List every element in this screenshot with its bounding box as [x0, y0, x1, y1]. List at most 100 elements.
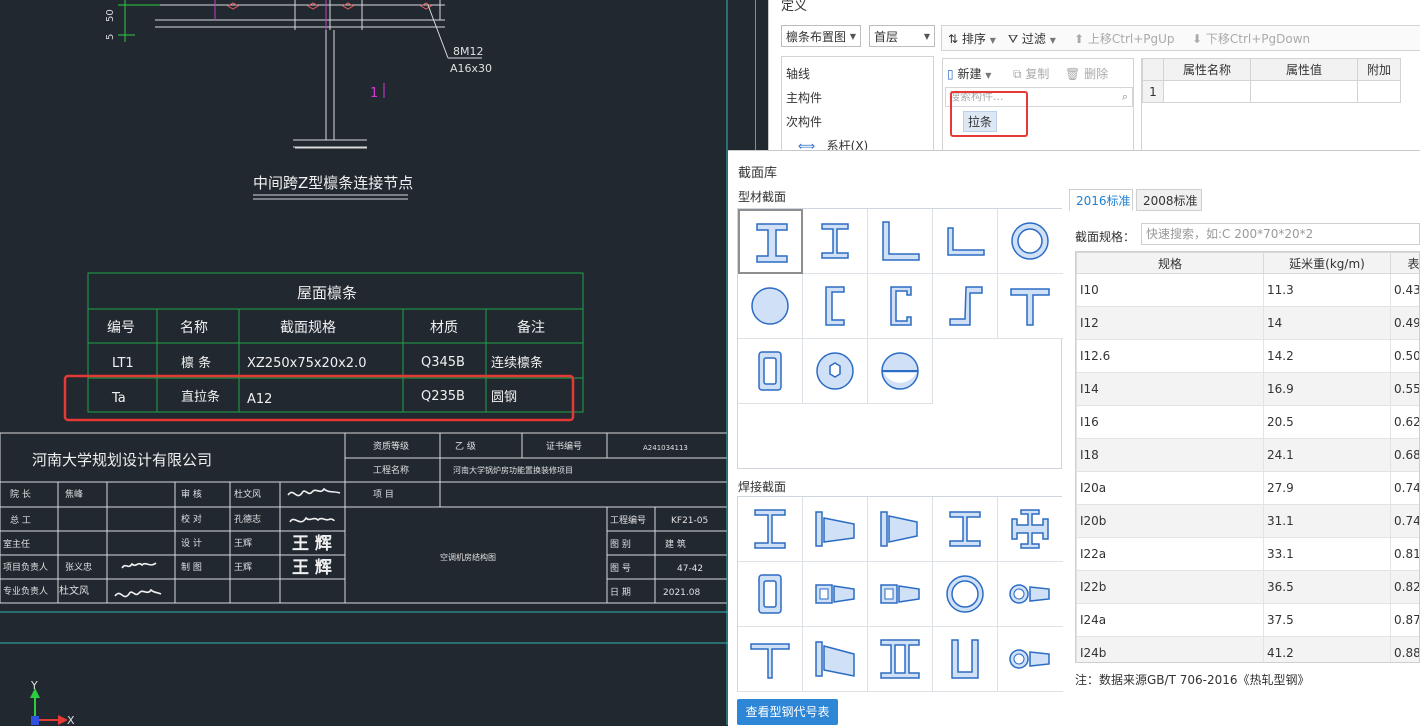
table-row[interactable]: I1824.10.681	[1077, 439, 1420, 472]
table-row[interactable]: I20b31.10.746	[1077, 505, 1420, 538]
weld-box-section[interactable]	[738, 562, 803, 627]
table-row[interactable]: I12.614.20.505	[1077, 340, 1420, 373]
angle-icon	[875, 216, 925, 266]
spec-th-size[interactable]: 规格	[1077, 253, 1264, 274]
table-row[interactable]: I1620.50.621	[1077, 406, 1420, 439]
search-icon: ⌕	[1122, 88, 1128, 106]
table-row[interactable]: I24b41.20.882	[1077, 637, 1420, 664]
weld-double-web[interactable]	[868, 627, 933, 692]
table-row[interactable]: I22b36.50.821	[1077, 571, 1420, 604]
section-h-beam[interactable]	[803, 209, 868, 274]
pipe-icon	[1005, 216, 1055, 266]
tb-role-5: 专业负责人	[3, 585, 48, 597]
spec-th-surface[interactable]: 表	[1391, 253, 1420, 274]
spec-cell-weight: 24.1	[1264, 439, 1391, 472]
section-i-beam[interactable]	[738, 209, 803, 274]
spec-cell-size: I18	[1077, 439, 1264, 472]
tab-2016-standard[interactable]: 2016标准	[1069, 189, 1133, 211]
section-spec-table[interactable]: 规格 延米重(kg/m) 表 I1011.30.432I12140.493I12…	[1075, 251, 1420, 663]
tree-item-secondary[interactable]: 次构件	[786, 113, 822, 130]
section-channel[interactable]	[803, 274, 868, 339]
section-z-section[interactable]	[933, 274, 998, 339]
h-beam-icon	[810, 216, 860, 266]
chevron-down-icon: ▼	[985, 71, 991, 80]
prop-cell[interactable]	[1251, 81, 1358, 103]
tree-item-axis[interactable]: 轴线	[786, 65, 810, 82]
spec-cell-size: I20b	[1077, 505, 1264, 538]
cad-canvas[interactable]: 50 5 8M12 A16x30 1 中间跨Z型檩条连接节点 屋面檩条 编号 名…	[0, 0, 728, 725]
weld-tapered-t[interactable]	[803, 627, 868, 692]
copy-label: 复制	[1025, 67, 1049, 81]
ucs-x-label: X	[67, 714, 75, 725]
section-library-dialog: 截面库 型材截面	[728, 150, 1420, 726]
spec-th-weight[interactable]: 延米重(kg/m)	[1264, 253, 1391, 274]
spec-cell-surface: 0.432	[1391, 274, 1420, 307]
table-row[interactable]: I1011.30.432	[1077, 274, 1420, 307]
weld-tapered-pipe-2[interactable]	[998, 627, 1063, 692]
tb-name-4: 张义忠	[65, 562, 92, 573]
t-section-icon	[1005, 281, 1055, 331]
delete-button[interactable]: 🗑 删除	[1065, 65, 1108, 82]
table-row[interactable]: I1416.90.553	[1077, 373, 1420, 406]
purlin-th-no: 编号	[107, 320, 135, 336]
filter-button[interactable]: ⛛ 过滤 ▼	[1008, 30, 1056, 47]
spec-cell-weight: 36.5	[1264, 571, 1391, 604]
section-rect-tube[interactable]	[738, 339, 803, 404]
spec-cell-size: I12	[1077, 307, 1264, 340]
table-row[interactable]: I12140.493	[1077, 307, 1420, 340]
rect-tube-icon	[745, 346, 795, 396]
qual-value: 乙 级	[455, 440, 476, 452]
section-round-bar[interactable]	[738, 274, 803, 339]
weld-tapered-i[interactable]	[803, 497, 868, 562]
sort-button[interactable]: ⇅ 排序 ▼	[948, 30, 996, 47]
table-row[interactable]: I24a37.50.878	[1077, 604, 1420, 637]
weld-tapered-i-2[interactable]	[868, 497, 933, 562]
weld-h-section[interactable]	[933, 497, 998, 562]
weld-tapered-pipe[interactable]	[998, 562, 1063, 627]
section-half-round[interactable]	[868, 339, 933, 404]
tab-2008-standard[interactable]: 2008标准	[1136, 189, 1202, 211]
cad-canvas-edge	[728, 0, 768, 150]
tb-name-1: 焦峰	[65, 488, 83, 500]
layout-select[interactable]: 檩条布置图 ▼	[781, 25, 861, 47]
spec-cell-weight: 27.9	[1264, 472, 1391, 505]
tree-item-main[interactable]: 主构件	[786, 89, 822, 106]
section-equal-angle[interactable]	[868, 209, 933, 274]
section-t-section[interactable]	[998, 274, 1063, 339]
spec-cell-size: I14	[1077, 373, 1264, 406]
weld-t-section[interactable]	[738, 627, 803, 692]
move-down-button[interactable]: ⬇ 下移Ctrl+PgDown	[1192, 30, 1310, 47]
new-button[interactable]: ▯ 新建 ▼	[947, 65, 991, 82]
section-pipe[interactable]	[998, 209, 1063, 274]
table-row[interactable]: I22a33.10.817	[1077, 538, 1420, 571]
weld-u-section[interactable]	[933, 627, 998, 692]
prop-cell[interactable]	[1164, 81, 1251, 103]
weld-i-section[interactable]	[738, 497, 803, 562]
section-hex-hole-bar[interactable]	[803, 339, 868, 404]
prop-row-number: 1	[1143, 81, 1164, 103]
floor-select[interactable]: 首层 ▼	[869, 25, 935, 47]
spec-cell-weight: 14	[1264, 307, 1391, 340]
c-section-icon	[875, 281, 925, 331]
weld-cross-section[interactable]	[998, 497, 1063, 562]
weld-pipe[interactable]	[933, 562, 998, 627]
move-up-button[interactable]: ⬆ 上移Ctrl+PgUp	[1074, 30, 1175, 47]
table-row[interactable]: I20a27.90.742	[1077, 472, 1420, 505]
weld-tapered-box-2[interactable]	[868, 562, 933, 627]
spec-cell-surface: 0.878	[1391, 604, 1420, 637]
weld-tapered-box[interactable]	[803, 562, 868, 627]
view-steel-code-button[interactable]: 查看型钢代号表	[737, 699, 838, 725]
spec-search-input[interactable]: 快速搜索，如:C 200*70*20*2	[1141, 223, 1420, 245]
cert-label: 证书编号	[546, 440, 582, 452]
prop-cell[interactable]	[1358, 81, 1401, 103]
tapered-box2-icon	[875, 569, 925, 619]
section-unequal-angle[interactable]	[933, 209, 998, 274]
filter-icon: ⛛	[1008, 32, 1018, 46]
info-value-3: 47-42	[677, 564, 703, 574]
section-c-section[interactable]	[868, 274, 933, 339]
dim-50: 50	[105, 9, 116, 22]
spec-cell-surface: 0.817	[1391, 538, 1420, 571]
spec-cell-surface: 0.553	[1391, 373, 1420, 406]
spec-cell-weight: 16.9	[1264, 373, 1391, 406]
copy-button[interactable]: ⧉ 复制	[1013, 65, 1049, 82]
